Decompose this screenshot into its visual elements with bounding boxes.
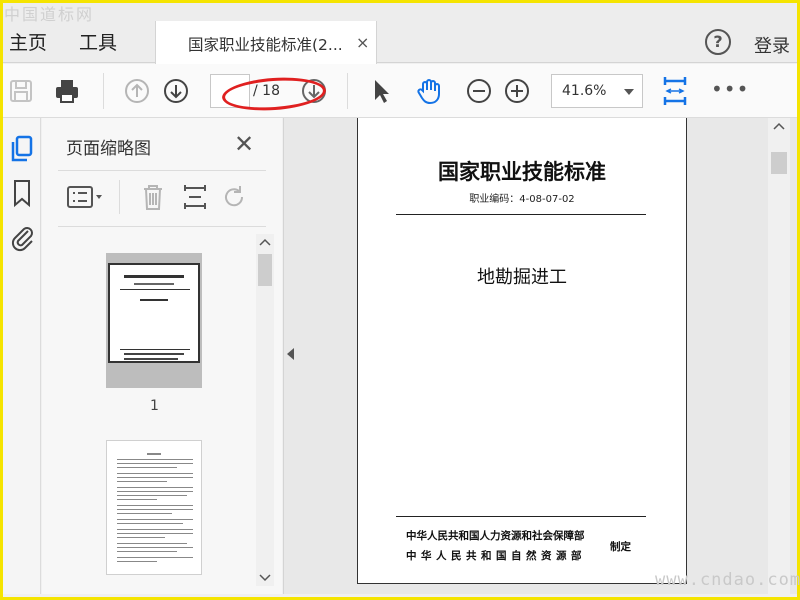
document-subject: 地勘掘进工 [477, 267, 567, 288]
zoom-select[interactable]: 41.6% [551, 74, 643, 108]
issued-label: 制定 [610, 541, 631, 553]
nav-tools[interactable]: 工具 [79, 28, 117, 55]
fit-page-icon[interactable] [661, 75, 689, 107]
publisher-2: 中华人民共和国自然资源部 [406, 550, 586, 562]
chevron-up-icon[interactable] [259, 238, 271, 246]
divider [396, 516, 646, 517]
delete-icon[interactable] [138, 182, 168, 212]
help-icon[interactable]: ? [705, 29, 731, 55]
divider [119, 180, 120, 214]
thumbnail-scrollbar[interactable] [256, 234, 274, 586]
watermark-top: 中国道标网 [4, 5, 95, 24]
chevron-up-icon[interactable] [773, 122, 785, 130]
side-icon-strip [3, 118, 41, 594]
select-cursor-icon[interactable] [367, 77, 395, 105]
document-view[interactable]: 国家职业技能标准 职业编码：4-08-07-02 地勘掘进工 中华人民共和国人力… [283, 118, 797, 594]
document-page: 国家职业技能标准 职业编码：4-08-07-02 地勘掘进工 中华人民共和国人力… [357, 118, 687, 584]
previous-page-icon[interactable] [123, 77, 151, 105]
publisher-1: 中华人民共和国人力资源和社会保障部 [406, 530, 585, 542]
thumbnail-options-icon[interactable] [66, 182, 106, 212]
watermark-bottom: www.cndao.com [655, 570, 800, 590]
chevron-down-icon[interactable] [259, 574, 271, 582]
login-link[interactable]: 登录 [754, 32, 790, 58]
top-nav: 主页 工具 国家职业技能标准(2... × ? 登录 [3, 3, 797, 66]
document-scrollbar[interactable] [768, 118, 790, 594]
bookmark-icon[interactable] [8, 178, 36, 208]
document-code: 职业编码：4-08-07-02 [469, 194, 575, 205]
more-icon[interactable]: ••• [711, 77, 749, 101]
document-title: 国家职业技能标准 [438, 159, 606, 184]
hand-tool-icon[interactable] [415, 77, 443, 105]
thumbnail-panel: 页面缩略图 ✕ 1 [42, 118, 282, 594]
zoom-out-icon[interactable] [465, 77, 493, 105]
zoom-in-icon[interactable] [503, 77, 531, 105]
divider [58, 170, 266, 171]
toolbar-separator [347, 73, 348, 109]
save-icon[interactable] [7, 77, 35, 105]
page-thumbnails-icon[interactable] [8, 134, 36, 164]
rotate-icon[interactable] [220, 182, 250, 212]
chevron-down-icon [624, 89, 634, 95]
divider [396, 214, 646, 215]
thumbnail-page-number: 1 [150, 398, 159, 414]
scrollbar-thumb[interactable] [771, 152, 787, 174]
print-icon[interactable] [53, 77, 81, 105]
collapse-panel-icon[interactable] [287, 348, 294, 360]
scrollbar-thumb[interactable] [258, 254, 272, 286]
thumbnail-tools [66, 178, 276, 218]
page-thumbnail[interactable] [106, 253, 202, 388]
next-page-icon[interactable] [162, 77, 190, 105]
nav-home[interactable]: 主页 [9, 28, 47, 55]
zoom-value: 41.6% [562, 83, 607, 99]
thumbnail-page [108, 263, 200, 363]
close-icon[interactable]: ✕ [234, 130, 254, 158]
tab-close-icon[interactable]: × [356, 33, 369, 52]
tab-title: 国家职业技能标准(2... [188, 36, 343, 54]
document-tab[interactable]: 国家职业技能标准(2... × [155, 21, 377, 66]
attachment-icon[interactable] [8, 222, 36, 252]
page-thumbnail[interactable] [106, 440, 202, 575]
extract-pages-icon[interactable] [180, 182, 210, 212]
divider [58, 226, 266, 227]
toolbar: / 18 41.6% ••• [3, 64, 797, 118]
toolbar-separator [103, 73, 104, 109]
thumbnail-panel-title: 页面缩略图 [66, 139, 151, 159]
